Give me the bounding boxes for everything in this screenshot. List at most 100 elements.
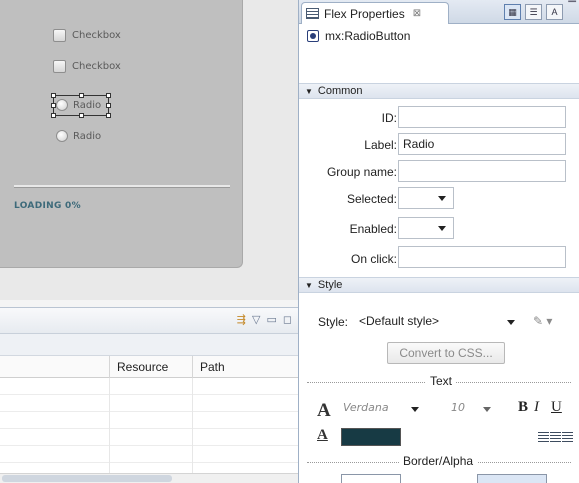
font-icon: A [317, 400, 331, 421]
font-size-value: 10 [451, 401, 465, 414]
column-separator[interactable] [192, 356, 193, 378]
close-icon[interactable]: ⊠ [413, 8, 421, 19]
filter-icon[interactable]: ⇶ [237, 313, 246, 327]
convert-to-css-button[interactable]: Convert to CSS... [387, 342, 505, 364]
horizontal-scrollbar[interactable] [0, 473, 298, 483]
table-row[interactable] [0, 429, 298, 446]
minimize-icon[interactable]: ▔ [568, 2, 576, 13]
minimize-icon[interactable]: ▭ [266, 313, 276, 327]
dropdown-arrow-icon [507, 320, 515, 325]
component-header: mx:RadioButton [299, 24, 579, 48]
id-input[interactable] [398, 106, 566, 128]
text-align-group [538, 432, 573, 442]
collapse-triangle-icon[interactable]: ▼ [305, 281, 313, 290]
view-toolbar: ⇶ ▽ ▭ ◻ [0, 308, 298, 334]
radio-circle [56, 99, 68, 111]
font-family-dropdown[interactable]: Verdana [339, 401, 423, 419]
resize-handle[interactable] [51, 93, 56, 98]
group-name-input[interactable] [398, 160, 566, 182]
border-alpha-section-label: Border/Alpha [399, 454, 478, 468]
resize-handle[interactable] [106, 103, 111, 108]
underline-button[interactable]: U [551, 399, 562, 416]
resize-handle[interactable] [79, 93, 84, 98]
table-row[interactable] [0, 378, 298, 395]
resize-handle[interactable] [106, 113, 111, 118]
selected-label: Selected: [346, 192, 397, 206]
align-right-icon[interactable] [562, 432, 573, 442]
label-input[interactable] [398, 133, 566, 155]
design-area: Checkbox Checkbox Radio Radio LOADING 0% [0, 0, 298, 483]
resize-handle[interactable] [106, 93, 111, 98]
font-size-dropdown[interactable]: 10 [445, 401, 491, 419]
onclick-input[interactable] [398, 246, 566, 268]
selected-dropdown[interactable] [398, 187, 454, 209]
problems-view: ⇶ ▽ ▭ ◻ Resource Path [0, 307, 298, 483]
alphabetical-view-icon[interactable]: A [546, 4, 563, 20]
align-center-icon[interactable] [550, 432, 561, 442]
properties-icon [306, 8, 319, 19]
italic-button[interactable]: I [534, 399, 539, 416]
radio-label: Radio [73, 99, 102, 111]
column-header-path[interactable]: Path [200, 360, 225, 374]
tab-flex-properties[interactable]: Flex Properties ⊠ [301, 2, 449, 24]
category-view-icon[interactable]: ☰ [525, 4, 542, 20]
style-label: Style: [318, 315, 349, 329]
view-tab-bar: Flex Properties ⊠ ▦ ☰ A ▔ [299, 0, 579, 24]
dropdown-arrow-icon [483, 407, 491, 412]
tab-label: Flex Properties [324, 6, 405, 21]
dropdown-arrow-icon [411, 407, 419, 412]
style-value: <Default style> [359, 314, 440, 328]
dropdown-arrow-icon [438, 196, 446, 201]
resize-handle[interactable] [51, 113, 56, 118]
bold-button[interactable]: B [518, 399, 528, 416]
section-style[interactable]: ▼ Style [299, 277, 579, 293]
text-color-icon: A [317, 427, 328, 443]
border-color-swatch[interactable] [341, 474, 401, 483]
progress-bar [14, 185, 230, 188]
text-section-label: Text [426, 374, 457, 388]
id-label: ID: [381, 111, 397, 125]
loading-label: LOADING 0% [14, 201, 81, 211]
checkbox-box [53, 29, 66, 42]
checkbox-box [53, 60, 66, 73]
checkbox-label: Checkbox [72, 30, 121, 41]
table-row[interactable] [0, 446, 298, 463]
table-row[interactable] [0, 412, 298, 429]
radio-label: Radio [73, 130, 102, 142]
radio-control-2[interactable]: Radio [56, 130, 101, 142]
checkbox-control-2[interactable]: Checkbox [53, 60, 121, 73]
table-header: Resource Path [0, 356, 298, 378]
design-panel: Checkbox Checkbox Radio Radio LOADING 0% [0, 0, 243, 268]
view-header-strip [0, 334, 298, 356]
label-label: Label: [364, 138, 397, 152]
standard-view-icon[interactable]: ▦ [504, 4, 521, 20]
checkbox-control-1[interactable]: Checkbox [53, 29, 121, 42]
column-gridline [109, 378, 110, 483]
font-family-value: Verdana [343, 401, 389, 414]
radio-control-1[interactable]: Radio [56, 99, 101, 111]
onclick-label: On click: [350, 252, 397, 266]
collapse-triangle-icon[interactable]: ▼ [305, 87, 313, 96]
maximize-icon[interactable]: ◻ [283, 313, 292, 327]
section-title: Style [317, 279, 343, 291]
column-separator[interactable] [109, 356, 110, 378]
group-name-label: Group name: [326, 165, 397, 179]
checkbox-label: Checkbox [72, 61, 121, 72]
scrollbar-thumb[interactable] [2, 475, 172, 482]
align-left-icon[interactable] [538, 432, 549, 442]
section-common[interactable]: ▼ Common [299, 83, 579, 99]
table-row[interactable] [0, 395, 298, 412]
text-color-swatch[interactable] [341, 428, 401, 446]
alpha-field[interactable] [477, 474, 547, 483]
section-title: Common [317, 85, 363, 97]
style-row: Style: <Default style> ✎ ▾ [299, 311, 579, 333]
view-menu-icon[interactable]: ▽ [252, 313, 260, 327]
style-menu-icon[interactable]: ✎ ▾ [533, 314, 552, 328]
resize-handle[interactable] [79, 113, 84, 118]
column-header-resource[interactable]: Resource [117, 360, 168, 374]
enabled-dropdown[interactable] [398, 217, 454, 239]
flex-properties-panel: Flex Properties ⊠ ▦ ☰ A ▔ mx:RadioButton… [298, 0, 579, 483]
enabled-label: Enabled: [349, 222, 397, 236]
radiobutton-icon [307, 30, 319, 42]
style-dropdown[interactable]: <Default style> [355, 311, 521, 333]
